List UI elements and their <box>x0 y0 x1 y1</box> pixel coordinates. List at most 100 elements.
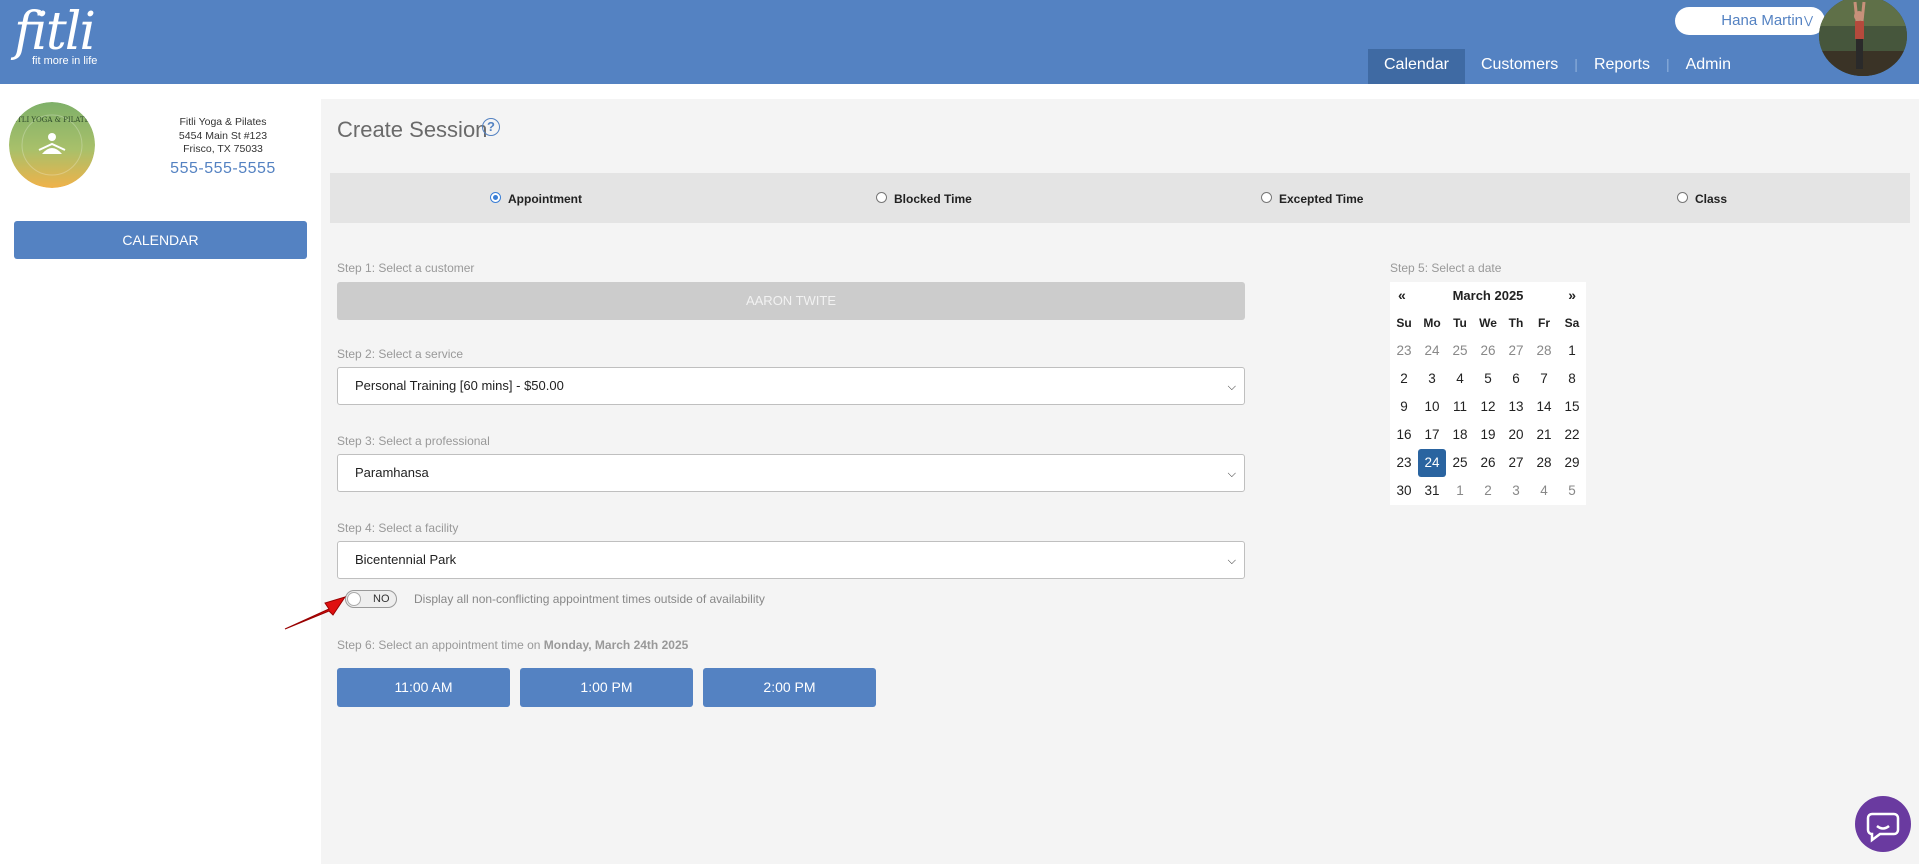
logo-arc-text: FITLI YOGA & PILATES <box>10 116 95 124</box>
calendar-day[interactable]: 26 <box>1474 449 1502 477</box>
calendar-day[interactable]: 2 <box>1474 477 1502 505</box>
nav-customers[interactable]: Customers <box>1465 49 1574 84</box>
calendar-day[interactable]: 23 <box>1390 449 1418 477</box>
business-address-line2: Frisco, TX 75033 <box>183 143 263 155</box>
session-type-bar: Appointment Blocked Time Excepted Time C… <box>330 173 1910 223</box>
logo-tagline: fit more in life <box>32 55 98 67</box>
chevron-down-icon: ⌵ <box>1227 381 1236 393</box>
calendar-day[interactable]: 3 <box>1502 477 1530 505</box>
calendar-day[interactable]: 27 <box>1502 449 1530 477</box>
create-session-panel: Create Session ? Appointment Blocked Tim… <box>321 99 1919 864</box>
calendar-day[interactable]: 28 <box>1530 449 1558 477</box>
calendar-day[interactable]: 4 <box>1446 365 1474 393</box>
nav-reports[interactable]: Reports <box>1578 49 1666 84</box>
time-slot-button[interactable]: 1:00 PM <box>520 668 693 707</box>
chevron-down-icon: ⌵ <box>1227 468 1236 480</box>
professional-select[interactable]: Paramhansa ⌵ <box>337 454 1245 492</box>
calendar-day-selected[interactable]: 24 <box>1418 449 1446 477</box>
radio-class[interactable]: Class <box>1677 192 1727 206</box>
service-select[interactable]: Personal Training [60 mins] - $50.00 ⌵ <box>337 367 1245 405</box>
calendar-day[interactable]: 23 <box>1390 337 1418 365</box>
time-slot-button[interactable]: 11:00 AM <box>337 668 510 707</box>
calendar-day[interactable]: 25 <box>1446 449 1474 477</box>
calendar-day[interactable]: 17 <box>1418 421 1446 449</box>
calendar-day[interactable]: 24 <box>1418 337 1446 365</box>
step5-label: Step 5: Select a date <box>1390 261 1502 275</box>
calendar-day[interactable]: 22 <box>1558 421 1586 449</box>
calendar-day[interactable]: 12 <box>1474 393 1502 421</box>
calendar-day[interactable]: 11 <box>1446 393 1474 421</box>
business-address-line1: 5454 Main St #123 <box>178 129 268 142</box>
business-info: Fitli Yoga & Pilates 5454 Main St #123 F… <box>145 116 301 179</box>
calendar-day[interactable]: 15 <box>1558 393 1586 421</box>
radio-label: Excepted Time <box>1279 192 1364 206</box>
calendar-day[interactable]: 9 <box>1390 393 1418 421</box>
yoga-logo-graphic: FITLI YOGA & PILATES <box>9 102 95 188</box>
calendar-day[interactable]: 19 <box>1474 421 1502 449</box>
calendar-day[interactable]: 3 <box>1418 365 1446 393</box>
calendar-day[interactable]: 31 <box>1418 477 1446 505</box>
radio-label: Appointment <box>508 192 582 206</box>
weekday-header: Fr <box>1538 316 1550 330</box>
avatar[interactable] <box>1819 0 1907 76</box>
calendar-day[interactable]: 20 <box>1502 421 1530 449</box>
calendar-day[interactable]: 16 <box>1390 421 1418 449</box>
weekday-header: Sa <box>1564 316 1580 330</box>
fitli-logo[interactable]: fitli fit more in life <box>14 4 97 67</box>
radio-label: Class <box>1695 192 1728 206</box>
chevron-down-icon: ⋁ <box>1803 15 1813 27</box>
nav-admin[interactable]: Admin <box>1670 49 1747 84</box>
next-month-button[interactable]: » <box>1568 287 1576 303</box>
calendar-month-label: March 2025 <box>1452 288 1524 303</box>
calendar-button[interactable]: CALENDAR <box>14 221 307 259</box>
calendar-day[interactable]: 26 <box>1474 337 1502 365</box>
toggle-knob <box>347 592 361 606</box>
calendar-grid: Su Mo Tu We Th Fr Sa 23 24 25 26 27 28 1 2 3 4 5 6 7 8 9 10 11 1… <box>1390 309 1586 505</box>
calendar-day[interactable]: 6 <box>1502 365 1530 393</box>
calendar-day[interactable]: 7 <box>1530 365 1558 393</box>
business-phone[interactable]: 555-555-5555 <box>145 159 301 179</box>
user-menu-button[interactable]: Hana Martin ⋁ <box>1675 7 1825 35</box>
calendar-day[interactable]: 1 <box>1558 337 1586 365</box>
chevron-down-icon: ⌵ <box>1227 555 1236 567</box>
business-name: Fitli Yoga & Pilates <box>179 116 267 128</box>
calendar-day[interactable]: 30 <box>1390 477 1418 505</box>
radio-appointment[interactable]: Appointment <box>490 192 582 206</box>
page-title: Create Session <box>337 117 488 142</box>
calendar-day[interactable]: 1 <box>1446 477 1474 505</box>
calendar-day[interactable]: 29 <box>1558 449 1586 477</box>
calendar-day[interactable]: 8 <box>1558 365 1586 393</box>
calendar-day[interactable]: 13 <box>1502 393 1530 421</box>
customer-field[interactable]: AARON TWITE <box>337 282 1245 320</box>
calendar-day[interactable]: 5 <box>1474 365 1502 393</box>
availability-toggle[interactable]: NO <box>345 590 397 608</box>
nav-calendar[interactable]: Calendar <box>1368 49 1465 84</box>
step2-label: Step 2: Select a service <box>337 347 464 361</box>
time-slot-button[interactable]: 2:00 PM <box>703 668 876 707</box>
radio-selected-icon <box>490 192 501 203</box>
radio-unselected-icon <box>1677 192 1688 203</box>
question-circle-icon[interactable]: ? <box>482 118 500 136</box>
radio-excepted-time[interactable]: Excepted Time <box>1261 192 1363 206</box>
radio-blocked-time[interactable]: Blocked Time <box>876 192 972 206</box>
calendar-day[interactable]: 21 <box>1530 421 1558 449</box>
calendar-day[interactable]: 2 <box>1390 365 1418 393</box>
calendar-day[interactable]: 18 <box>1446 421 1474 449</box>
user-name: Hana Martin <box>1721 12 1803 29</box>
calendar-day[interactable]: 27 <box>1502 337 1530 365</box>
step6-label: Step 6: Select an appointment time on Mo… <box>337 638 688 652</box>
step1-label: Step 1: Select a customer <box>337 261 475 275</box>
facility-value: Bicentennial Park <box>355 552 457 567</box>
calendar-day[interactable]: 28 <box>1530 337 1558 365</box>
calendar-day[interactable]: 5 <box>1558 477 1586 505</box>
calendar-day[interactable]: 14 <box>1530 393 1558 421</box>
professional-value: Paramhansa <box>355 465 429 480</box>
calendar-day[interactable]: 25 <box>1446 337 1474 365</box>
toggle-state: NO <box>373 593 390 605</box>
business-logo: FITLI YOGA & PILATES <box>9 102 95 188</box>
calendar-day[interactable]: 10 <box>1418 393 1446 421</box>
facility-select[interactable]: Bicentennial Park ⌵ <box>337 541 1245 579</box>
chat-button[interactable] <box>1855 796 1911 852</box>
calendar-day[interactable]: 4 <box>1530 477 1558 505</box>
weekday-header: We <box>1479 316 1497 330</box>
